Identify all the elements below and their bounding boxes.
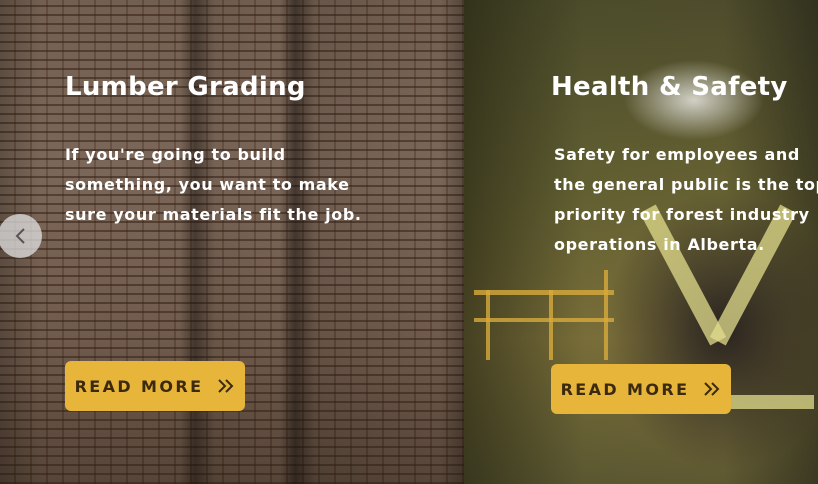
card-title: Lumber Grading xyxy=(65,72,306,102)
card-description: Safety for employees and the general pub… xyxy=(554,145,818,254)
card-description: If you're going to build something, you … xyxy=(65,145,362,224)
read-more-button[interactable]: READ MORE xyxy=(65,361,245,411)
card-title: Health & Safety xyxy=(551,72,788,102)
double-chevron-right-icon xyxy=(218,379,234,393)
read-more-button[interactable]: READ MORE xyxy=(551,364,731,414)
chevron-left-icon xyxy=(15,228,25,244)
card-lumber-grading: Lumber Grading If you're going to build … xyxy=(0,0,464,484)
carousel: Lumber Grading If you're going to build … xyxy=(0,0,818,484)
double-chevron-right-icon xyxy=(704,382,720,396)
carousel-prev-button[interactable] xyxy=(0,214,42,258)
read-more-label: READ MORE xyxy=(74,376,204,396)
card-health-safety: Health & Safety Safety for employees and… xyxy=(464,0,818,484)
read-more-label: READ MORE xyxy=(560,379,690,399)
